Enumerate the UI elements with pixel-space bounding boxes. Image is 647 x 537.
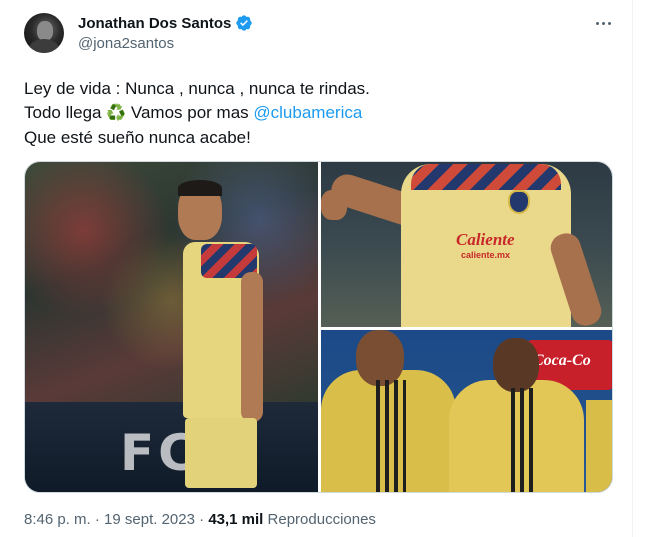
- avatar[interactable]: [24, 13, 64, 53]
- verified-badge-icon: [236, 15, 253, 31]
- child-3-shirt: [586, 400, 612, 492]
- author-handle[interactable]: @jona2santos: [78, 35, 174, 52]
- more-options-icon[interactable]: [591, 13, 615, 33]
- sponsor-logo: Caliente: [456, 230, 515, 249]
- child-2-stripes: [511, 388, 537, 492]
- player-shorts: [185, 418, 257, 488]
- mention-link[interactable]: @clubamerica: [253, 103, 362, 122]
- recycle-emoji-icon: ♻️: [106, 105, 127, 122]
- photo-childhood[interactable]: Coca-Co: [321, 330, 612, 492]
- meta-separator: ·: [194, 511, 209, 528]
- avatar-body: [29, 39, 59, 53]
- jersey-collar-pattern: [411, 164, 561, 190]
- child-1-stripes: [376, 380, 406, 492]
- player-hair: [178, 180, 222, 196]
- tweet-line-2-start: Todo llega: [24, 103, 107, 122]
- tweet-line-3: Que esté sueño nunca acabe!: [24, 128, 251, 147]
- tweet-line-2-middle: Vamos por mas: [126, 103, 254, 122]
- views-count: 43,1 mil: [208, 511, 264, 528]
- stadium-crowd: [25, 162, 318, 392]
- avatar-face: [37, 21, 53, 41]
- coca-cola-text: Coca-Co: [533, 352, 591, 369]
- meta-separator: ·: [90, 511, 105, 528]
- tweet-time[interactable]: 8:46 p. m.: [24, 511, 91, 528]
- clenched-fist: [321, 190, 347, 220]
- display-name[interactable]: Jonathan Dos Santos: [78, 15, 231, 32]
- media-grid: FC Caliente caliente.mx Coca-Co: [24, 161, 613, 493]
- tweet-date[interactable]: 19 sept. 2023: [104, 511, 195, 528]
- tweet-meta: 8:46 p. m. · 19 sept. 2023 · 43,1 mil Re…: [24, 511, 376, 528]
- sponsor-url: caliente.mx: [461, 250, 511, 260]
- photo-jersey-closeup[interactable]: Caliente caliente.mx: [321, 162, 612, 327]
- tweet-line-1: Ley de vida : Nunca , nunca , nunca te r…: [24, 79, 370, 98]
- photo-player-celebrating[interactable]: FC: [25, 162, 318, 492]
- player-arm: [241, 272, 263, 422]
- tweet-card: Jonathan Dos Santos @jona2santos Ley de …: [0, 0, 647, 537]
- views-label: Reproducciones: [263, 511, 376, 528]
- author-name-row[interactable]: Jonathan Dos Santos: [78, 13, 253, 33]
- divider: [632, 0, 633, 537]
- child-1-head: [356, 330, 404, 386]
- tweet-line-2: Todo llega ♻️ Vamos por mas @clubamerica: [24, 101, 614, 126]
- tweet-text: Ley de vida : Nunca , nunca , nunca te r…: [24, 77, 614, 150]
- club-crest-icon: [508, 190, 530, 214]
- child-2-head: [493, 338, 539, 392]
- player-figure: [175, 180, 265, 492]
